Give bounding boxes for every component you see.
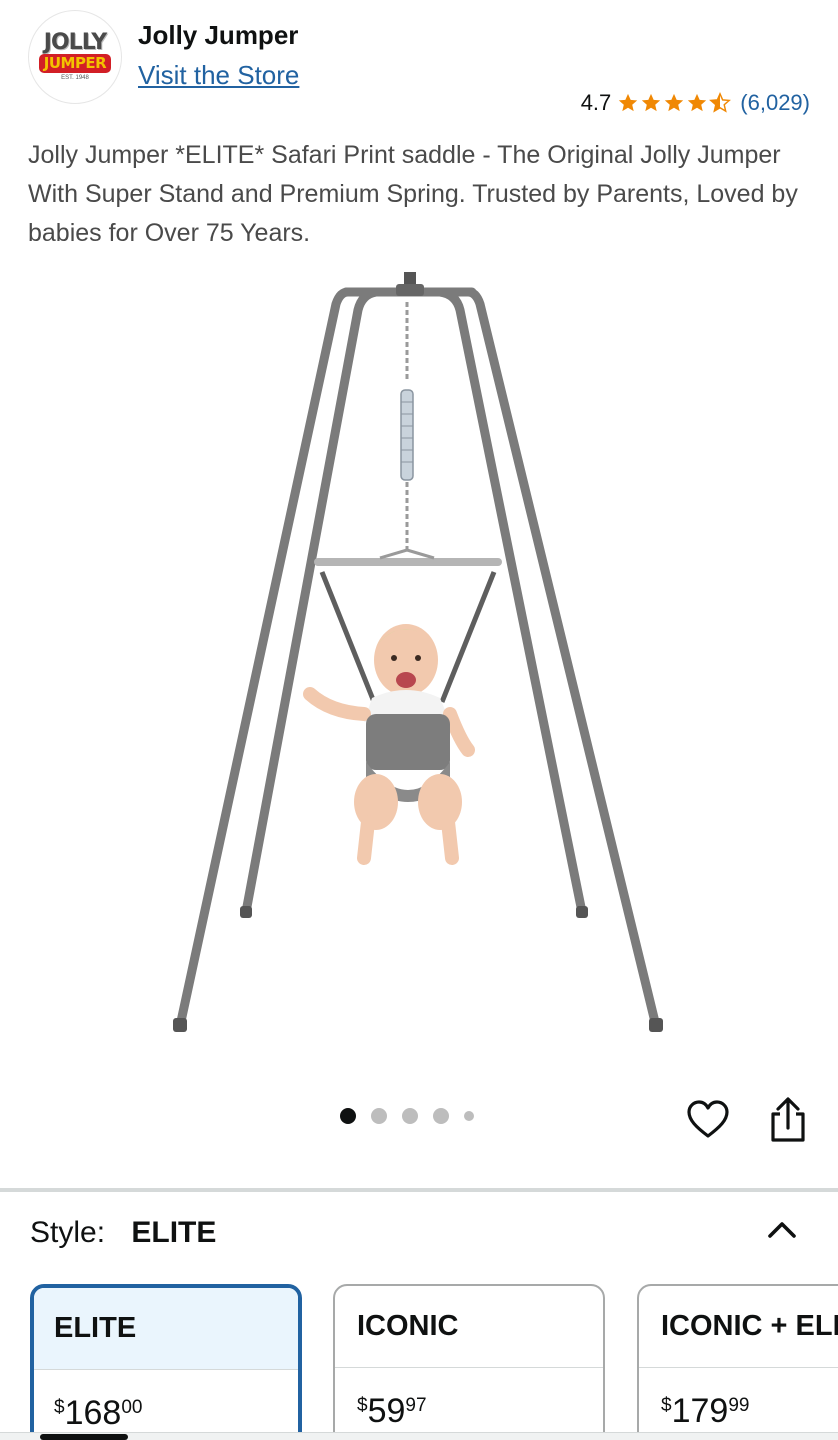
review-count-link[interactable]: (6,029) <box>740 90 810 116</box>
style-option-name: ICONIC + ELITE <box>639 1286 838 1368</box>
chevron-up-icon[interactable] <box>762 1210 802 1250</box>
visit-store-link[interactable]: Visit the Store <box>138 60 299 91</box>
style-option-iconic-elite[interactable]: ICONIC + ELITE $ 179 99 <box>637 1284 838 1440</box>
star-full-icon <box>665 93 684 112</box>
price-cents: 00 <box>121 1397 143 1418</box>
star-half-icon <box>709 92 732 113</box>
style-header: Style: ELITE <box>30 1216 216 1250</box>
share-icon[interactable] <box>766 1096 810 1144</box>
carousel-dot[interactable] <box>433 1108 449 1124</box>
style-option-name: ELITE <box>34 1288 298 1370</box>
style-option-price: $ 59 97 <box>335 1368 603 1431</box>
heart-icon[interactable] <box>686 1098 730 1142</box>
style-option-name: ICONIC <box>335 1286 603 1368</box>
brand-name: Jolly Jumper <box>138 20 299 50</box>
price-currency: $ <box>54 1397 65 1418</box>
brand-header: JOLLY JUMPER EST. 1948 Jolly Jumper Visi… <box>0 0 838 140</box>
product-title: Jolly Jumper *ELITE* Safari Print saddle… <box>28 141 798 247</box>
style-selected-value: ELITE <box>131 1216 217 1249</box>
price-currency: $ <box>661 1395 672 1416</box>
logo-text-bottom: JUMPER <box>38 53 112 73</box>
bottom-tab-indicator <box>40 1434 128 1440</box>
brand-logo[interactable]: JOLLY JUMPER EST. 1948 <box>28 10 122 104</box>
price-dollars: 168 <box>64 1394 122 1432</box>
style-option-price: $ 179 99 <box>639 1368 838 1431</box>
style-option-elite[interactable]: ELITE $ 168 00 <box>30 1284 302 1440</box>
section-divider <box>0 1188 838 1192</box>
price-cents: 97 <box>405 1395 427 1416</box>
style-option-price: $ 168 00 <box>34 1370 298 1433</box>
image-carousel-dots[interactable] <box>340 1108 489 1124</box>
rating-summary[interactable]: 4.7 (6,029) <box>581 88 810 118</box>
price-currency: $ <box>357 1395 368 1416</box>
logo-est-text: EST. 1948 <box>61 74 89 81</box>
carousel-dot[interactable] <box>464 1111 474 1121</box>
rating-value: 4.7 <box>580 90 612 115</box>
price-dollars: 179 <box>671 1392 729 1430</box>
style-label: Style: <box>30 1216 106 1249</box>
price-dollars: 59 <box>367 1392 406 1430</box>
style-options: ELITE $ 168 00 ICONIC $ 59 97 ICONIC + E… <box>30 1284 838 1440</box>
style-option-iconic[interactable]: ICONIC $ 59 97 <box>333 1284 605 1440</box>
price-cents: 99 <box>728 1395 750 1416</box>
baby-jumper-stand-image[interactable] <box>150 262 690 1052</box>
star-full-icon <box>642 93 661 112</box>
carousel-dot-active[interactable] <box>340 1108 356 1124</box>
carousel-dot[interactable] <box>402 1108 418 1124</box>
star-full-icon <box>688 93 707 112</box>
star-full-icon <box>619 93 638 112</box>
logo-text-top: JOLLY <box>43 29 107 55</box>
star-rating <box>617 92 732 114</box>
carousel-dot[interactable] <box>371 1108 387 1124</box>
